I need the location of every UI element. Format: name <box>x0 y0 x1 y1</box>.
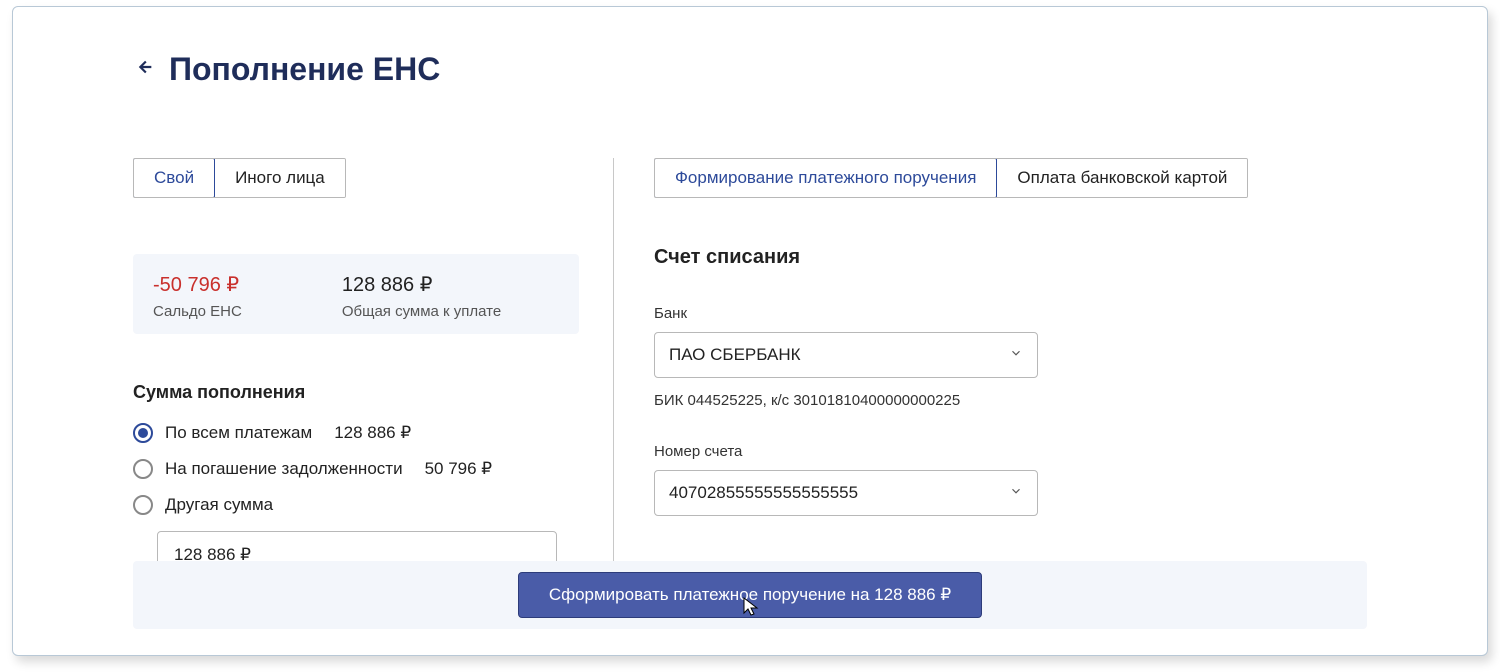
right-column: Формирование платежного поручения Оплата… <box>613 158 1367 579</box>
total-value: 128 886 ₽ <box>342 272 501 297</box>
footer-bar: Сформировать платежное поручение на 128 … <box>133 561 1367 629</box>
radio-amount: 50 796 ₽ <box>425 459 493 479</box>
radio-icon <box>133 423 153 443</box>
radio-icon <box>133 459 153 479</box>
tab-payment-order[interactable]: Формирование платежного поручения <box>654 158 997 198</box>
tab-other[interactable]: Иного лица <box>214 159 345 197</box>
tab-card[interactable]: Оплата банковской картой <box>996 159 1247 197</box>
radio-label: Другая сумма <box>165 495 273 515</box>
page-title: Пополнение ЕНС <box>169 51 440 88</box>
bank-select[interactable]: ПАО СБЕРБАНК <box>654 332 1038 378</box>
left-column: Свой Иного лица -50 796 ₽ Сальдо ЕНС 128… <box>133 158 613 579</box>
account-select[interactable]: 40702855555555555555 <box>654 470 1038 516</box>
total-label: Общая сумма к уплате <box>342 303 501 320</box>
account-label: Номер счета <box>654 443 1367 460</box>
radio-other-amount[interactable]: Другая сумма <box>133 495 573 515</box>
page-header: Пополнение ЕНС <box>133 51 1367 88</box>
saldo-label: Сальдо ЕНС <box>153 303 242 320</box>
payer-tabs: Свой Иного лица <box>133 158 346 198</box>
radio-debt[interactable]: На погашение задолженности 50 796 ₽ <box>133 459 573 479</box>
radio-label: На погашение задолженности <box>165 459 403 479</box>
radio-all-payments[interactable]: По всем платежам 128 886 ₽ <box>133 423 573 443</box>
radio-amount: 128 886 ₽ <box>334 423 411 443</box>
tab-self[interactable]: Свой <box>133 158 215 198</box>
chevron-down-icon <box>1009 345 1023 365</box>
chevron-down-icon <box>1009 483 1023 503</box>
account-value: 40702855555555555555 <box>669 483 858 503</box>
balance-box: -50 796 ₽ Сальдо ЕНС 128 886 ₽ Общая сум… <box>133 254 579 334</box>
submit-button[interactable]: Сформировать платежное поручение на 128 … <box>518 572 982 618</box>
payment-method-tabs: Формирование платежного поручения Оплата… <box>654 158 1248 198</box>
back-arrow-icon[interactable] <box>133 56 155 83</box>
radio-label: По всем платежам <box>165 423 312 443</box>
refill-section-title: Сумма пополнения <box>133 382 573 403</box>
radio-icon <box>133 495 153 515</box>
debit-section-title: Счет списания <box>654 246 1367 269</box>
saldo-value: -50 796 ₽ <box>153 272 242 297</box>
bank-label: Банк <box>654 305 1367 322</box>
bank-value: ПАО СБЕРБАНК <box>669 345 801 365</box>
bank-info: БИК 044525225, к/с 30101810400000000225 <box>654 392 1367 409</box>
